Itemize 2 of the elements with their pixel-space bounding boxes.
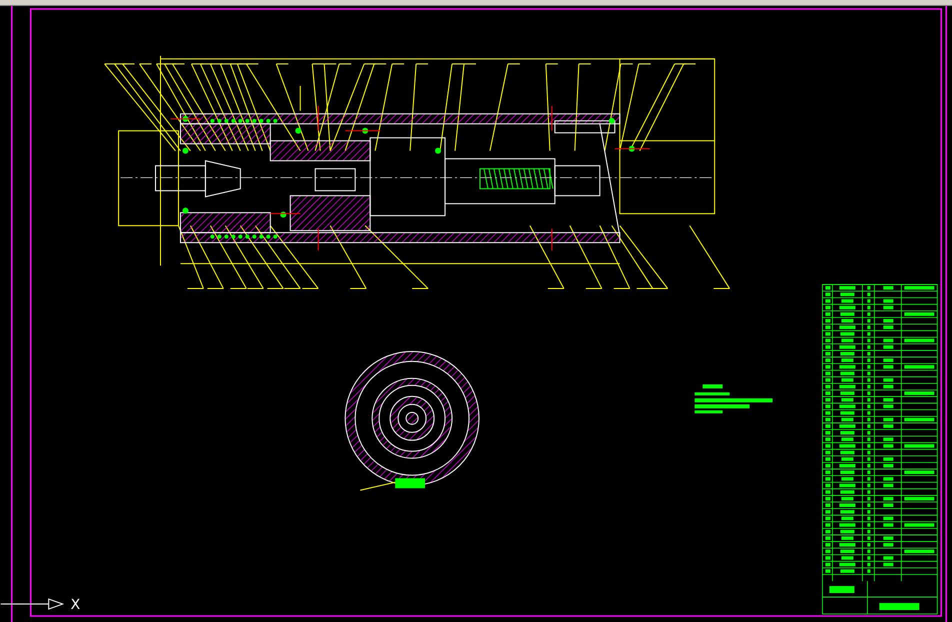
axis-label: X [70,597,80,614]
ucs-icon [0,598,64,610]
